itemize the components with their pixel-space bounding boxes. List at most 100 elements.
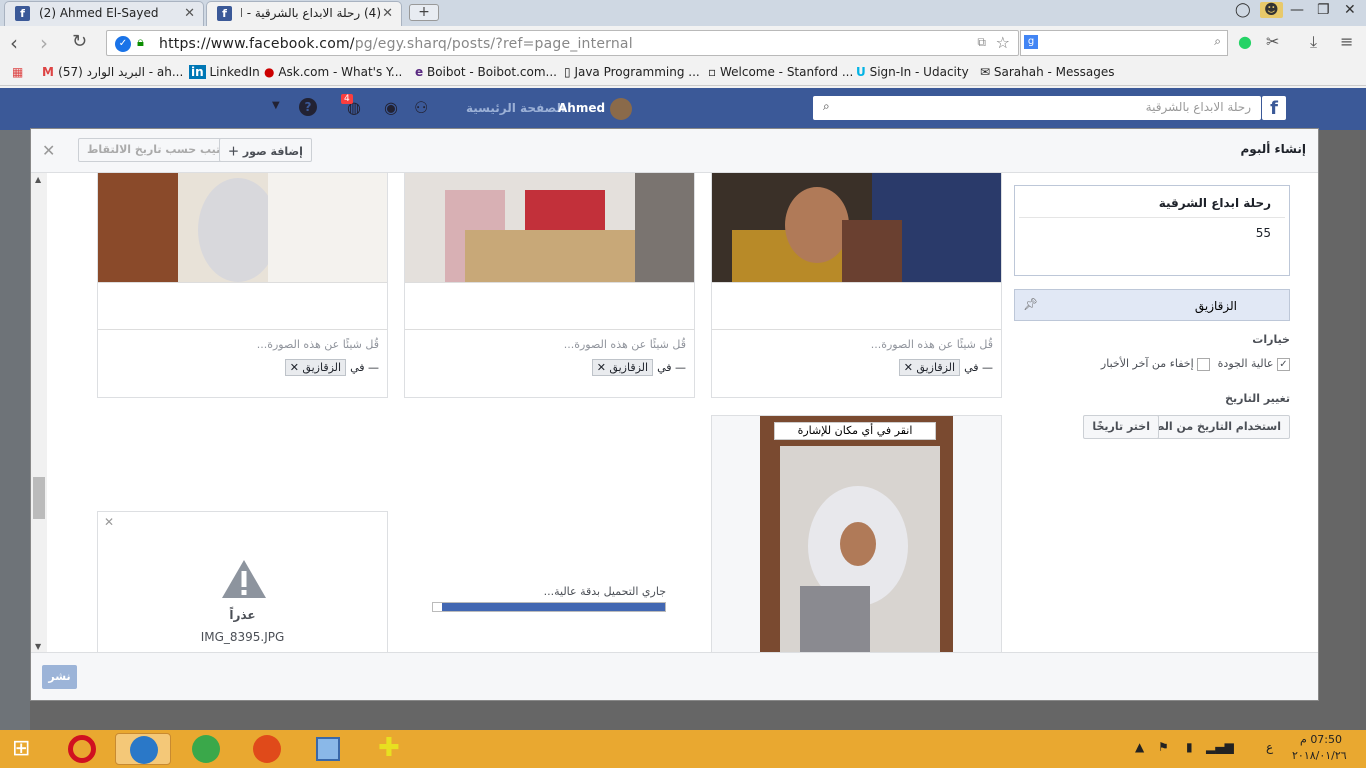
messenger-icon[interactable]: ◉ [384,98,398,117]
udacity-icon: U [856,65,866,79]
album-description-input[interactable]: 55 [1256,226,1271,240]
publish-button[interactable]: نشر [42,665,77,689]
tab-rehla[interactable]: f (4) رحلة الابداع بالشرقية - الم ✕ [206,1,402,26]
bookmark-stanford[interactable]: ▫ Welcome - Stanford ... [708,65,853,79]
location-tag[interactable]: الزقازيق ✕ [591,359,654,376]
album-location-field[interactable]: الزقازيق 📌︎ [1014,289,1290,321]
tray-up-icon[interactable]: ▲ [1135,740,1144,754]
bookmark-linkedin[interactable]: in LinkedIn [189,65,260,79]
flag-icon[interactable]: ⚑ [1158,740,1169,754]
pick-date-button[interactable]: اختر تاريخًا [1083,415,1159,439]
caption-input[interactable]: قُل شيئًا عن هذه الصورة... [564,338,686,351]
photo-thumbnail[interactable] [98,173,387,282]
minimize-icon[interactable]: — [1290,2,1304,18]
location-row: — فيالزقازيق ✕ [284,359,379,376]
clock-time[interactable]: 07:50 م [1300,733,1342,746]
whatsapp-icon[interactable]: ● [1238,32,1252,51]
scrollbar[interactable]: ▲ ▼ [31,173,47,653]
remove-icon: ✕ [903,361,913,374]
photo-footer [712,282,1001,330]
translate-icon[interactable]: ⧉ [977,35,986,50]
scrollbar-thumb[interactable] [33,477,45,519]
search-icon[interactable]: ⌕ [823,99,830,114]
caption-input[interactable]: قُل شيئًا عن هذه الصورة... [871,338,993,351]
add-photos-button[interactable]: ＋ إضافة صور [219,138,312,162]
search-engine-box[interactable]: g ⌕ [1020,30,1228,56]
high-quality-checkbox[interactable]: ✓ [1277,357,1290,371]
volume-icon[interactable]: 🔈︎ [1230,740,1237,755]
ask-icon: ● [264,65,275,79]
reload-icon[interactable]: ↻ [72,31,87,52]
bookmark-ask[interactable]: ● Ask.com - What's Y... [264,65,402,79]
tab-ahmed[interactable]: f (2) Ahmed El-Sayed ✕ [4,1,204,26]
facebook-logo-icon[interactable]: f [1262,96,1286,120]
firefox-icon[interactable] [247,733,287,765]
close-window-icon[interactable]: ✕ [1344,2,1356,18]
upload-status-text: جاري التحميل بدقة عالية... [543,585,666,598]
upload-error-card: ✕ عذراً IMG_8395.JPG [97,511,388,653]
remove-icon[interactable]: ✕ [104,515,114,529]
back-icon[interactable]: ‹ [10,31,18,55]
maximize-icon[interactable]: ❐ [1317,2,1330,18]
dialog-header: ✕ ترتيب حسب تاريخ الالتقاط ＋ إضافة صور إ… [31,129,1318,173]
hide-feed-checkbox[interactable] [1197,357,1211,371]
search-icon[interactable]: ⌕ [1214,34,1221,49]
album-title-input[interactable]: رحلة ابداع الشرقية [1159,196,1271,210]
address-bar[interactable]: ✓ 🔒︎ https://www.facebook.com/pg/egy.sha… [106,30,1019,56]
photo-thumbnail[interactable] [405,173,694,282]
browser-icon[interactable] [115,733,171,765]
scroll-down-icon[interactable]: ▼ [35,642,41,651]
bookmark-java[interactable]: ▯ Java Programming ... [564,65,700,79]
home-link[interactable]: الصفحة الرئيسية [466,101,565,115]
opera-icon[interactable] [62,733,102,765]
globe-app-icon[interactable] [186,733,226,765]
menu-icon[interactable]: ≡ [1340,32,1353,51]
location-tag[interactable]: الزقازيق ✕ [898,359,961,376]
close-tab-icon[interactable]: ✕ [382,6,393,21]
caption-input[interactable]: قُل شيئًا عن هذه الصورة... [257,338,379,351]
url-host: https://www.facebook.com/ [159,36,355,52]
tag-prompt: انقر في أي مكان للإشارة [774,422,936,440]
clock-date[interactable]: ٢٠١٨/٠١/٢٦ [1292,749,1347,762]
star-icon[interactable]: ☆ [996,33,1010,52]
forward-icon[interactable]: › [40,31,48,55]
bookmark-gmail[interactable]: M البريد الوارد (57) - ah... [42,65,183,79]
close-tab-icon[interactable]: ✕ [184,6,195,21]
scroll-up-icon[interactable]: ▲ [35,175,41,184]
battery-icon[interactable]: ▮ [1186,740,1193,754]
dropdown-icon[interactable]: ▼ [272,100,280,111]
language-indicator[interactable]: ع [1266,740,1273,754]
photo-footer [98,282,387,330]
error-title: عذراً [229,608,256,622]
download-icon[interactable]: ⤓ [1310,32,1317,52]
url-path: pg/egy.sharq/posts/?ref=page_internal [354,36,633,52]
apps-icon[interactable]: ▦ [12,65,23,79]
facebook-topbar: ▼ ? ◍ 4 ◉ ⚇ الصفحة الرئيسية Ahmed رحلة ا… [0,88,1366,130]
location-tag[interactable]: الزقازيق ✕ [284,359,347,376]
photo-thumbnail[interactable] [712,173,1001,282]
bookmark-boibot[interactable]: e Boibot - Boibot.com... [415,65,557,79]
help-icon[interactable]: ? [299,98,317,116]
upload-progress-bar [432,602,666,612]
pin-icon[interactable]: 📌︎ [1023,297,1038,311]
new-tab-button[interactable]: + [409,4,439,21]
profile-link[interactable]: Ahmed [558,101,605,115]
bookmark-sarahah[interactable]: ✉ Sarahah - Messages [980,65,1115,79]
gmail-icon: M [42,65,59,79]
start-icon[interactable]: ⊞ [12,736,30,761]
scissors-icon[interactable]: ✂ [1266,32,1279,51]
hide-feed-label: إخفاء من آخر الأخبار [1100,357,1194,370]
bookmark-udacity[interactable]: U Sign-In - Udacity [856,65,969,79]
photo-card: قُل شيئًا عن هذه الصورة... — فيالزقازيق … [404,173,695,398]
profile-icon[interactable]: ☻ [1260,2,1283,18]
avatar[interactable] [610,98,632,120]
virtualbox-icon[interactable] [308,733,348,765]
facebook-search-input[interactable]: رحلة الابداع بالشرقية ⌕ [813,96,1261,120]
addon-icon[interactable]: ✚ [370,733,410,765]
chat-icon[interactable]: ◯ [1235,2,1251,18]
plus-icon: ＋ [228,145,243,158]
photo-large[interactable] [760,416,953,653]
friends-icon[interactable]: ⚇ [414,98,428,117]
close-icon[interactable]: ✕ [42,141,55,160]
sort-by-date-button[interactable]: ترتيب حسب تاريخ الالتقاط [78,138,241,162]
